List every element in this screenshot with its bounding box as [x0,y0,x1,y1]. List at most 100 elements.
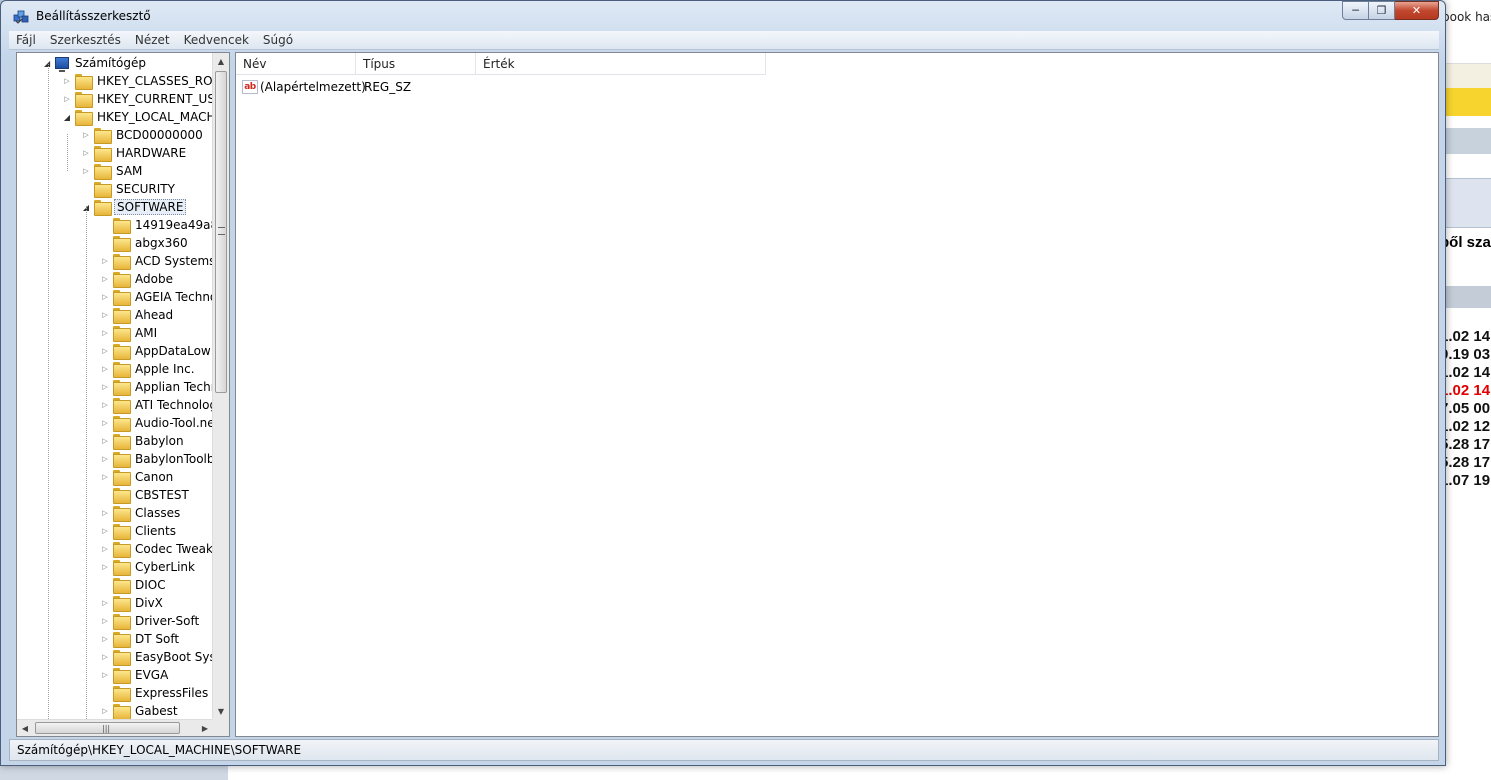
tree-node-subkey[interactable]: ▷ Codec Tweak Too [100,540,213,558]
expand-arrow-icon[interactable]: ▷ [100,382,110,392]
expand-arrow-icon[interactable]: ▷ [62,94,72,104]
tree-node-subkey[interactable]: ▷ ACD Systems [100,252,213,270]
expand-arrow-icon[interactable]: ▷ [100,634,110,644]
window-controls: ─ ❐ ✕ [1342,1,1439,20]
expand-arrow-icon[interactable]: ▷ [81,166,91,176]
tree-node-hive[interactable]: ▷ HKEY_CLASSES_ROOT [62,72,213,90]
tree-node-subkey[interactable]: ▷ DT Soft [100,630,181,648]
menu-item[interactable]: Nézet [128,31,177,50]
key-tree-pane: ◢Számítógép▷HKEY_CLASSES_ROOT▷HKEY_CURRE… [16,52,230,737]
tree-node-subkey[interactable]: ▷ Ahead [100,306,175,324]
expand-arrow-icon[interactable]: ▷ [100,436,110,446]
scroll-left-icon[interactable]: ◀ [17,720,33,736]
expand-arrow-icon[interactable]: ▷ [100,652,110,662]
tree-horizontal-scrollbar[interactable]: ◀ ||| ▶ [17,719,213,736]
tree-node-subkey[interactable]: ▷ EVGA [100,666,170,684]
tree-node-subkey[interactable]: ▷ Gabest [100,702,180,719]
tree-node-root[interactable]: ◢ Számítógép [42,54,148,72]
column-header-type[interactable]: Típus [356,53,476,75]
tree-node-subkey[interactable]: 14919ea49a8f3b4a [100,216,213,234]
expand-arrow-icon[interactable]: ▷ [100,562,110,572]
menu-item[interactable]: Fájl [9,31,43,50]
tree-node-subkey[interactable]: ▷ CyberLink [100,558,197,576]
tree-node-subkey[interactable]: ExpressFiles [100,684,210,702]
scroll-up-icon[interactable]: ▲ [213,53,229,69]
column-header-value[interactable]: Érték [476,53,766,75]
tree-node-subkey[interactable]: abgx360 [100,234,190,252]
tree-node-key[interactable]: ◢ SOFTWARE [81,198,187,216]
tree-vertical-scroll-thumb[interactable] [215,71,227,393]
expand-arrow-icon[interactable]: ▷ [81,148,91,158]
menu-item[interactable]: Súgó [256,31,300,50]
tree-node-subkey[interactable]: DIOC [100,576,168,594]
tree-node-label: Gabest [135,704,178,718]
expand-arrow-icon[interactable]: ▷ [100,526,110,536]
tree-node-subkey[interactable]: ▷ Canon [100,468,175,486]
tree-node-key[interactable]: ▷ BCD00000000 [81,126,205,144]
expand-arrow-icon[interactable]: ▷ [100,418,110,428]
tree-node-subkey[interactable]: ▷ Classes [100,504,182,522]
tree-node-subkey[interactable]: ▷ AppDataLow [100,342,213,360]
expand-arrow-icon[interactable]: ▷ [100,598,110,608]
tree-node-label: Classes [135,506,181,520]
expand-arrow-icon[interactable]: ▷ [100,454,110,464]
scroll-down-icon[interactable]: ▼ [213,703,229,719]
tree-node-subkey[interactable]: ▷ AMI [100,324,159,342]
value-row[interactable]: ab (Alapértelmezett) REG_SZ [236,77,482,97]
menu-bar: Fájl Szerkesztés Nézet Kedvencek Súgó [9,31,1439,50]
tree-node-subkey[interactable]: ▷ EasyBoot Systems [100,648,213,666]
title-bar[interactable]: Beállításszerkesztő ─ ❐ ✕ [1,1,1445,29]
tree-node-subkey[interactable]: ▷ Adobe [100,270,175,288]
tree-node-subkey[interactable]: ▷ Applian Technolo [100,378,213,396]
tree-vertical-scrollbar[interactable]: ▲ ▼ [212,53,229,719]
tree-node-label: 14919ea49a8f3b4a [135,218,213,232]
registry-key-tree[interactable]: ◢Számítógép▷HKEY_CLASSES_ROOT▷HKEY_CURRE… [17,53,213,719]
tree-node-subkey[interactable]: ▷ AGEIA Technologi [100,288,213,306]
folder-icon [113,560,131,576]
values-pane[interactable]: Név Típus Érték ab (Alapértelmezett) REG… [235,52,1439,737]
expand-arrow-icon[interactable]: ▷ [100,346,110,356]
tree-node-hive[interactable]: ▷ HKEY_CURRENT_USER [62,90,213,108]
tree-horizontal-scroll-thumb[interactable]: ||| [35,722,180,734]
expand-arrow-icon[interactable]: ▷ [100,544,110,554]
expand-arrow-icon[interactable]: ▷ [100,328,110,338]
tree-node-subkey[interactable]: ▷ Babylon [100,432,186,450]
tree-node-subkey[interactable]: ▷ DivX [100,594,165,612]
tree-node-subkey[interactable]: ▷ Audio-Tool.net Te [100,414,213,432]
tree-node-key[interactable]: SECURITY [81,180,177,198]
tree-node-subkey[interactable]: ▷ ATI Technologies [100,396,213,414]
expand-arrow-icon[interactable]: ▷ [100,364,110,374]
tree-node-label: Codec Tweak Too [135,542,213,556]
tree-node-subkey[interactable]: ▷ Driver-Soft [100,612,201,630]
tree-node-subkey[interactable]: ▷ BabylonToolbar [100,450,213,468]
expand-arrow-icon[interactable]: ▷ [100,274,110,284]
tree-node-subkey[interactable]: CBSTEST [100,486,191,504]
close-button[interactable]: ✕ [1395,1,1439,20]
tree-node-subkey[interactable]: ▷ Clients [100,522,178,540]
tree-node-hive[interactable]: ◢ HKEY_LOCAL_MACHINE [62,108,213,126]
menu-item[interactable]: Kedvencek [177,31,256,50]
expand-arrow-icon[interactable]: ▷ [100,472,110,482]
expand-arrow-icon[interactable]: ▷ [62,76,72,86]
minimize-button[interactable]: ─ [1342,1,1369,20]
registry-editor-window: Beállításszerkesztő ─ ❐ ✕ Fájl Szerkeszté… [0,0,1446,766]
expand-arrow-icon[interactable]: ▷ [100,256,110,266]
expand-arrow-icon[interactable]: ▷ [100,310,110,320]
expand-arrow-icon[interactable]: ▷ [100,706,110,716]
background-heading: ből sza [1440,234,1491,251]
expand-arrow-icon[interactable]: ▷ [100,670,110,680]
tree-node-key[interactable]: ▷ HARDWARE [81,144,188,162]
menu-item[interactable]: Szerkesztés [43,31,128,50]
expand-arrow-icon[interactable]: ▷ [81,130,91,140]
tree-node-key[interactable]: ▷ SAM [81,162,144,180]
expand-arrow-icon[interactable]: ▷ [100,292,110,302]
background-page-title: book has [1442,10,1491,24]
expand-arrow-icon[interactable]: ▷ [100,616,110,626]
collapse-arrow-icon[interactable]: ◢ [62,112,72,122]
scroll-right-icon[interactable]: ▶ [197,720,213,736]
expand-arrow-icon[interactable]: ▷ [100,508,110,518]
tree-node-subkey[interactable]: ▷ Apple Inc. [100,360,197,378]
maximize-button[interactable]: ❐ [1369,1,1395,20]
column-header-name[interactable]: Név [236,53,356,75]
expand-arrow-icon[interactable]: ▷ [100,400,110,410]
